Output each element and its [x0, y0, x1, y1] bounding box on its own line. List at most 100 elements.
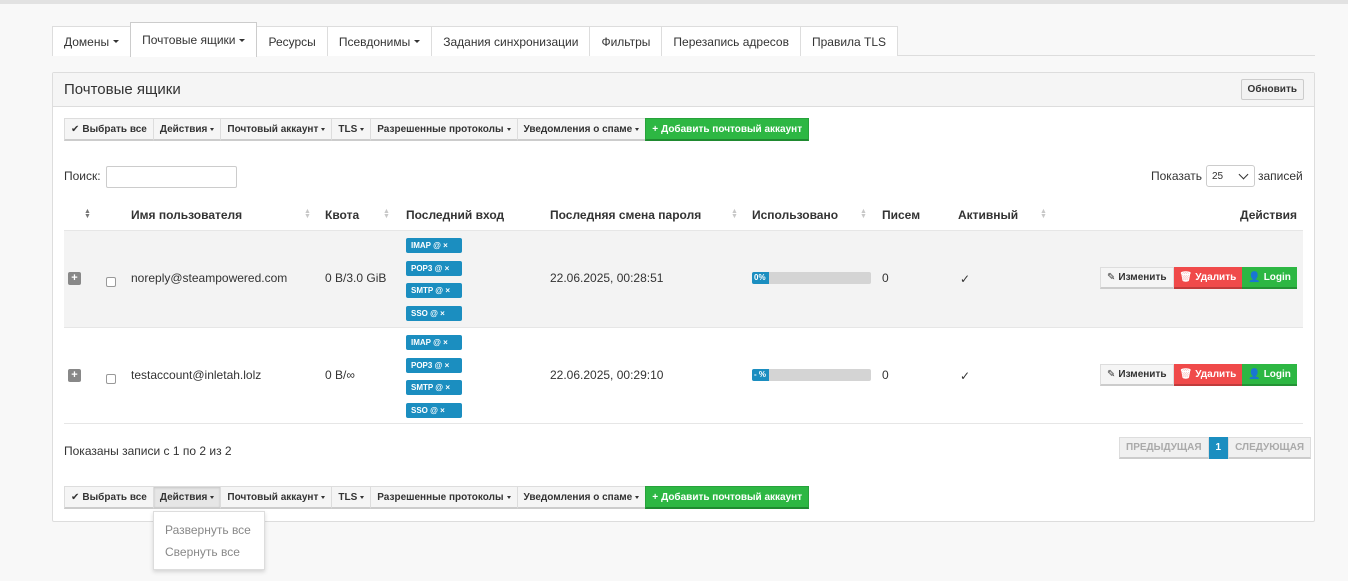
caret-down-icon [360, 495, 365, 499]
tls-button[interactable]: TLS [331, 486, 372, 509]
trash-icon: 🗑 [1179, 271, 1193, 283]
prev-page-button[interactable]: ПРЕДЫДУЩАЯ [1119, 437, 1209, 459]
tab-aliases[interactable]: Псевдонимы [326, 26, 433, 56]
protocol-badge-smtp: SMTP @ × [406, 283, 462, 298]
sort-icon[interactable]: ▲ ▼ [84, 208, 91, 220]
next-page-button[interactable]: СЛЕДУЮЩАЯ [1228, 437, 1312, 459]
expand-all-item[interactable]: Развернуть все [165, 523, 251, 537]
row-checkbox[interactable] [106, 374, 116, 384]
tls-button[interactable]: TLS [331, 118, 372, 141]
table-header: ▲ ▼ Имя пользователя ▲ ▼ Квота ▲ ▼ Последни… [64, 198, 1303, 230]
col-quota[interactable]: Квота [325, 208, 359, 222]
protocol-badge-pop3: POP3 @ × [406, 358, 462, 373]
trash-icon: 🗑 [1179, 368, 1193, 380]
table-divider [64, 423, 1303, 424]
select-all-button[interactable]: ✔ Выбрать все [64, 486, 154, 509]
mail-account-button[interactable]: Почтовый аккаунт [220, 118, 333, 141]
row-actions: ✎ Изменить 🗑 Удалить 👤 Login [1100, 267, 1297, 289]
caret-down-icon [239, 38, 246, 42]
pencil-icon: ✎ [1107, 369, 1116, 380]
protocol-badge-smtp: SMTP @ × [406, 380, 462, 395]
search-input[interactable] [106, 166, 237, 188]
tab-sync-jobs[interactable]: Задания синхронизации [431, 26, 591, 56]
username-cell: testaccount@inletah.lolz [131, 368, 262, 382]
col-username[interactable]: Имя пользователя [131, 208, 242, 222]
protocols-button[interactable]: Разрешенные протоколы [370, 118, 518, 141]
caret-down-icon [360, 127, 365, 131]
sort-icon[interactable]: ▲ ▼ [304, 208, 311, 220]
edit-button[interactable]: ✎ Изменить [1100, 364, 1174, 386]
actions-dropdown-menu: Развернуть все Свернуть все [153, 511, 265, 570]
spam-notifications-button[interactable]: Уведомления о спаме [516, 118, 647, 141]
edit-button[interactable]: ✎ Изменить [1100, 267, 1174, 289]
caret-down-icon [113, 40, 120, 43]
chevron-down-icon [1238, 169, 1249, 180]
login-button[interactable]: 👤 Login [1242, 267, 1297, 289]
expand-row-button[interactable]: + [68, 272, 81, 285]
delete-button[interactable]: 🗑 Удалить [1173, 267, 1243, 289]
caret-down-icon [635, 127, 640, 131]
tab-tls-rules[interactable]: Правила TLS [799, 26, 899, 56]
actions-button[interactable]: Действия [152, 118, 222, 141]
page-1-button[interactable]: 1 [1208, 437, 1229, 459]
toolbar-top: ✔ Выбрать все Действия Почтовый аккаунт T… [64, 118, 810, 141]
actions-button[interactable]: Действия [152, 486, 222, 509]
tab-address-rewrite[interactable]: Перезапись адресов [661, 26, 801, 56]
tab-mailboxes[interactable]: Почтовые ящики [130, 22, 258, 57]
protocols-button[interactable]: Разрешенные протоколы [370, 486, 518, 509]
expand-row-button[interactable]: + [68, 369, 81, 382]
plus-icon: + [652, 123, 659, 135]
row-checkbox[interactable] [106, 277, 116, 287]
usage-progress-fill: - % [752, 369, 769, 381]
col-messages[interactable]: Писем [882, 208, 920, 222]
usage-progress: 0% [752, 272, 871, 284]
caret-down-icon [635, 495, 640, 499]
usage-progress: - % [752, 369, 871, 381]
toolbar-bottom: ✔ Выбрать все Действия Почтовый аккаунт T… [64, 486, 810, 509]
caret-down-icon [506, 495, 511, 499]
add-mailbox-button[interactable]: + Добавить почтовый аккаунт [645, 118, 810, 141]
sort-icon[interactable]: ▲ ▼ [731, 208, 738, 220]
messages-cell: 0 [882, 271, 889, 285]
col-last-pw-change[interactable]: Последняя смена пароля [550, 208, 701, 222]
pw-change-cell: 22.06.2025, 00:28:51 [550, 271, 664, 285]
tab-filters[interactable]: Фильтры [589, 26, 663, 56]
pagination: ПРЕДЫДУЩАЯ 1 СЛЕДУЮЩАЯ [1119, 437, 1312, 459]
quota-cell: 0 B/∞ [325, 368, 355, 382]
caret-down-icon [414, 40, 421, 43]
search-label: Поиск: [64, 169, 101, 183]
table-row[interactable]: + noreply@steampowered.com 0 B/3.0 GiB I… [64, 230, 1303, 327]
user-icon: 👤 [1248, 271, 1261, 283]
active-check-icon: ✓ [960, 272, 971, 286]
table-row[interactable]: + testaccount@inletah.lolz 0 B/∞ IMAP @ … [64, 327, 1303, 424]
check-icon: ✔ [71, 491, 80, 503]
tab-resources[interactable]: Ресурсы [256, 26, 328, 56]
refresh-button[interactable]: Обновить [1240, 79, 1304, 100]
select-all-button[interactable]: ✔ Выбрать все [64, 118, 154, 141]
col-active[interactable]: Активный [958, 208, 1018, 222]
pencil-icon: ✎ [1107, 272, 1116, 283]
col-actions: Действия [1240, 208, 1298, 222]
sort-icon[interactable]: ▲ ▼ [383, 208, 390, 220]
panel-title: Почтовые ящики [64, 81, 181, 98]
protocol-badge-pop3: POP3 @ × [406, 261, 462, 276]
add-mailbox-button[interactable]: + Добавить почтовый аккаунт [645, 486, 810, 509]
tab-domains[interactable]: Домены [52, 26, 132, 56]
protocol-badge-imap: IMAP @ × [406, 238, 462, 253]
spam-notifications-button[interactable]: Уведомления о спаме [516, 486, 647, 509]
usage-progress-fill: 0% [752, 272, 769, 284]
plus-icon: + [652, 491, 659, 503]
collapse-all-item[interactable]: Свернуть все [165, 545, 240, 559]
username-cell: noreply@steampowered.com [131, 271, 288, 285]
delete-button[interactable]: 🗑 Удалить [1173, 364, 1243, 386]
page-length-select[interactable]: 25 [1206, 165, 1255, 187]
login-button[interactable]: 👤 Login [1242, 364, 1297, 386]
sort-icon[interactable]: ▲ ▼ [1040, 208, 1047, 220]
col-used[interactable]: Использовано [752, 208, 838, 222]
sort-icon[interactable]: ▲ ▼ [860, 208, 867, 220]
messages-cell: 0 [882, 368, 889, 382]
col-last-login[interactable]: Последний вход [406, 208, 504, 222]
mail-account-button[interactable]: Почтовый аккаунт [220, 486, 333, 509]
pw-change-cell: 22.06.2025, 00:29:10 [550, 368, 664, 382]
panel-heading: Почтовые ящики Обновить [53, 73, 1314, 107]
